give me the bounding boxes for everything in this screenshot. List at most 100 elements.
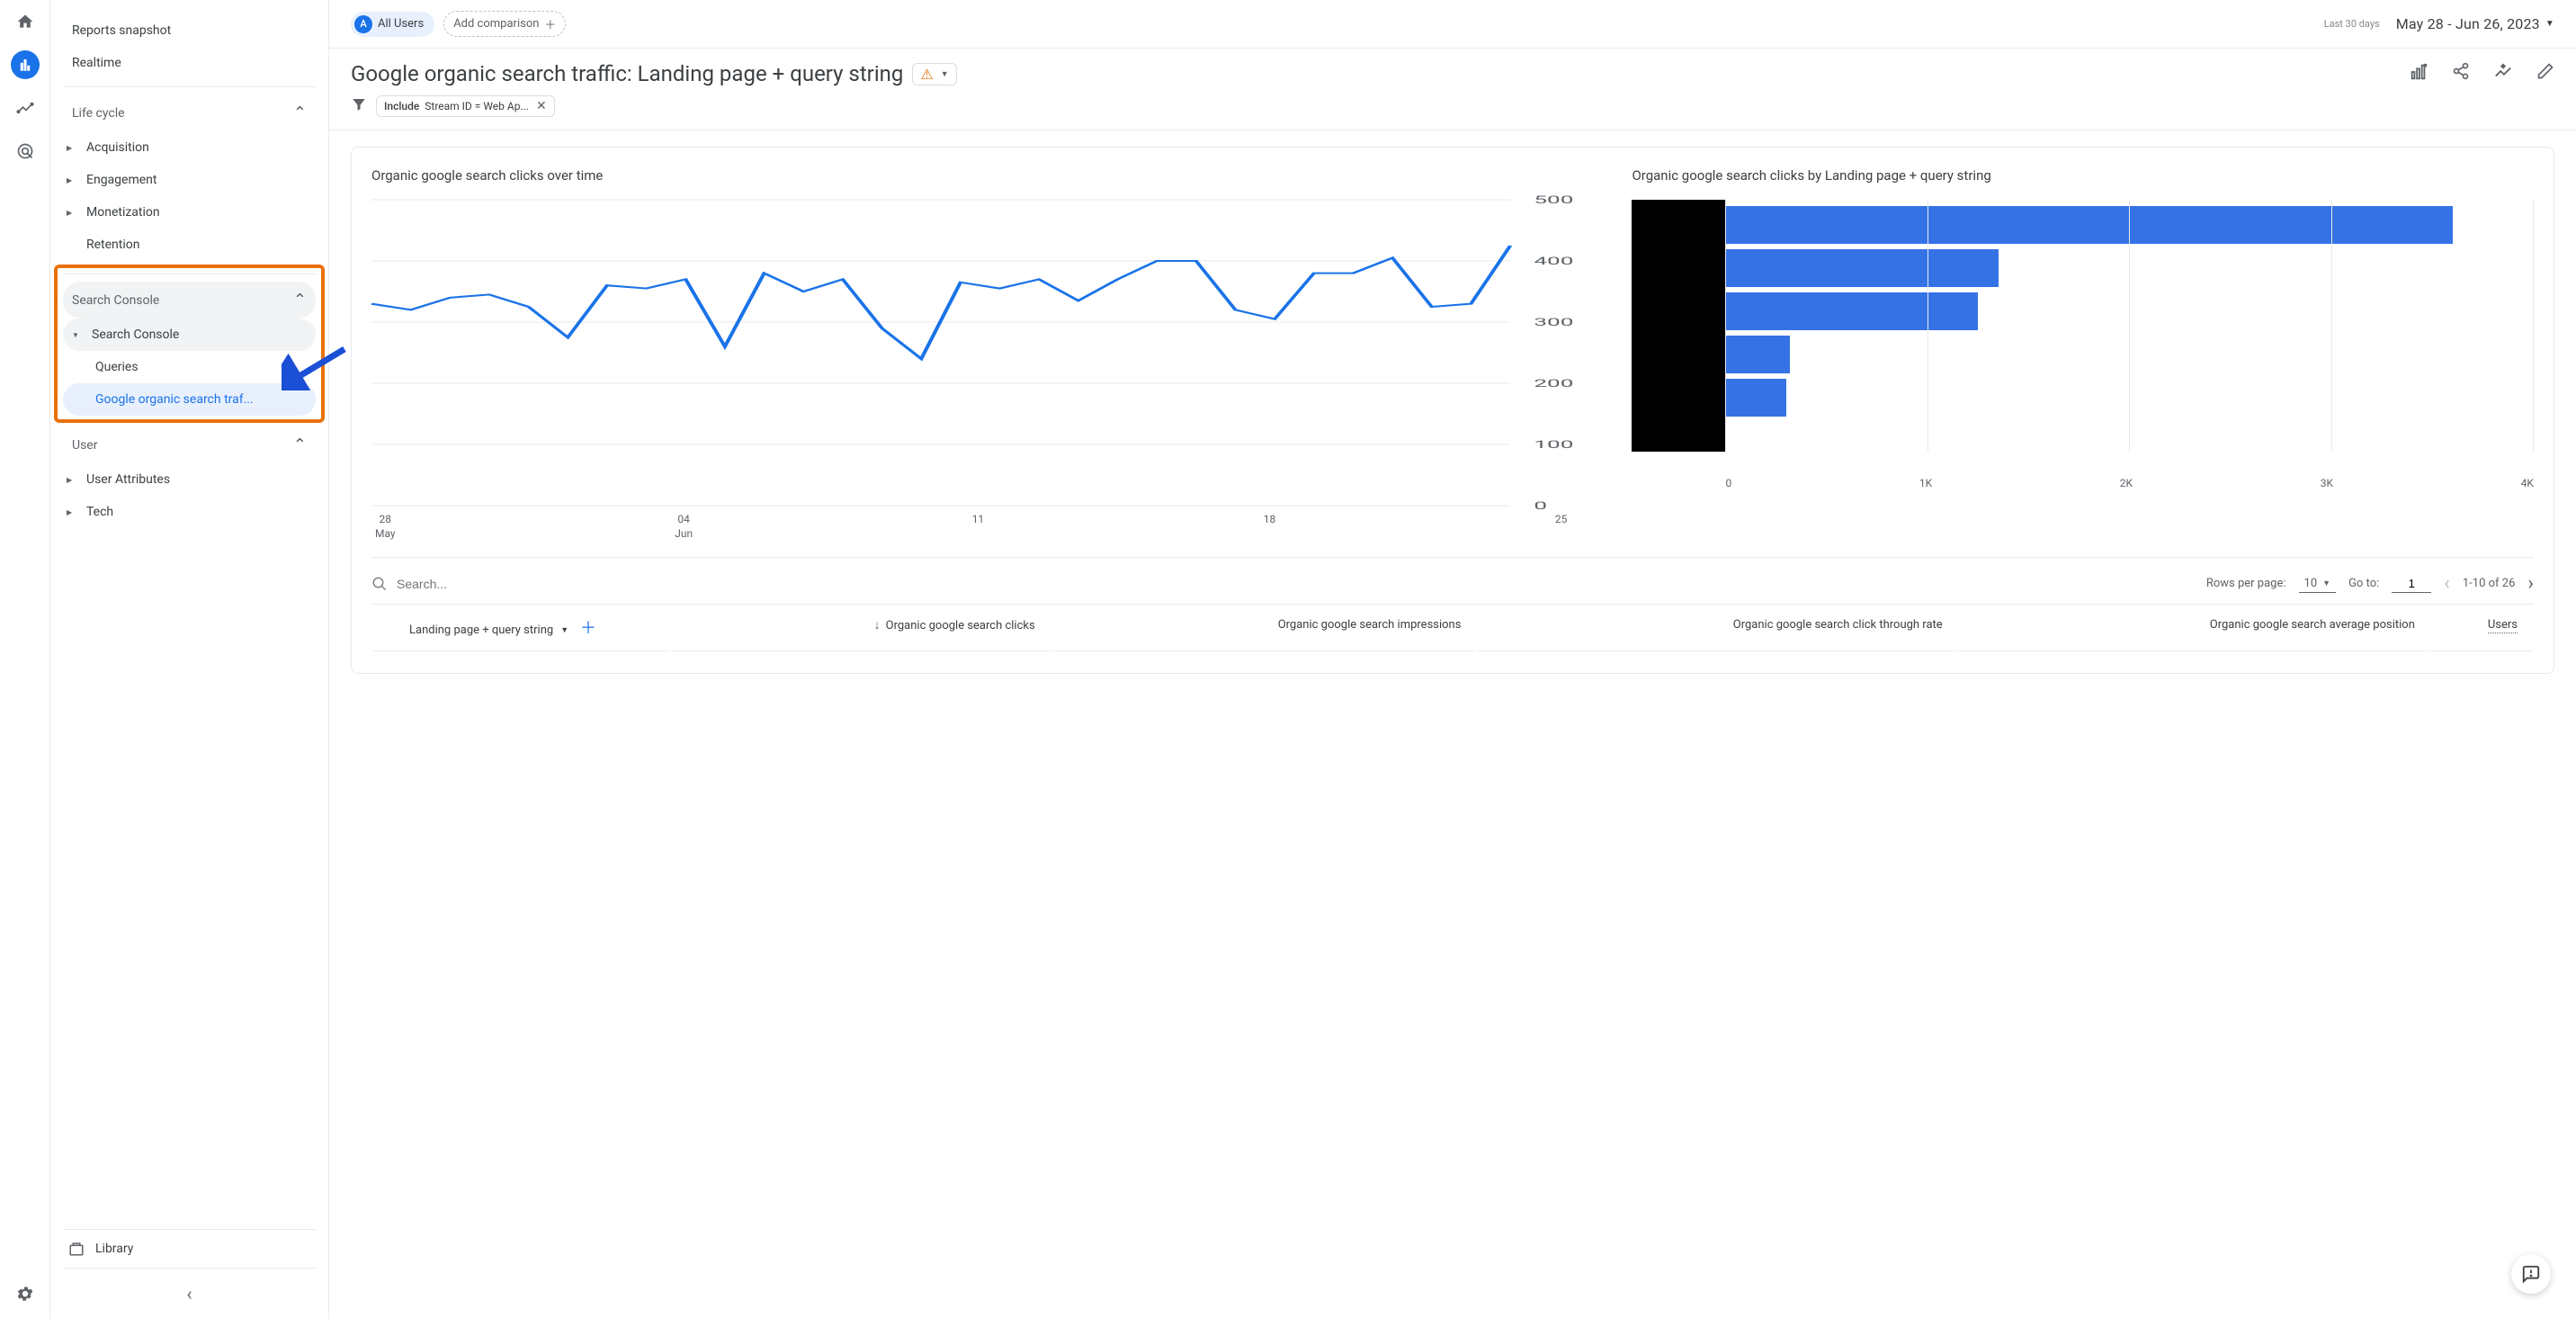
filter-icon[interactable]: [351, 96, 367, 116]
date-range-picker[interactable]: May 28 - Jun 26, 2023▼: [2396, 15, 2554, 32]
data-quality-chip[interactable]: ⚠▼: [912, 63, 956, 85]
settings-icon[interactable]: [11, 1279, 40, 1308]
sidebar-group-search-console[interactable]: Search Console⌃: [63, 282, 316, 319]
table-search[interactable]: [371, 576, 2194, 592]
svg-text:400: 400: [1534, 255, 1573, 267]
triangle-right-icon: ▶: [67, 476, 77, 484]
sidebar-item-acquisition[interactable]: ▶Acquisition: [63, 131, 316, 164]
rows-per-page-select[interactable]: 10 ▼: [2299, 575, 2337, 593]
chevron-left-icon: ‹: [186, 1283, 192, 1305]
page-prev-button[interactable]: ‹: [2444, 572, 2450, 595]
svg-text:200: 200: [1534, 377, 1573, 390]
search-input[interactable]: [397, 577, 577, 591]
table-controls: Rows per page: 10▼ Go to: ‹ 1-10 of 26 ›: [371, 557, 2534, 604]
chevron-up-icon: ⌃: [293, 103, 307, 122]
column-header[interactable]: Organic google search impressions: [1051, 606, 1476, 651]
add-comparison-label: Add comparison: [453, 17, 539, 31]
feedback-button[interactable]: [2511, 1254, 2551, 1294]
bar-chart[interactable]: [1632, 200, 2534, 452]
sidebar-group-user[interactable]: User⌃: [63, 426, 316, 463]
svg-text:500: 500: [1534, 193, 1573, 206]
chevron-up-icon: ⌃: [293, 435, 307, 454]
sidebar-item-user-attributes[interactable]: ▶ User Attributes: [63, 463, 316, 496]
triangle-right-icon: ▶: [67, 176, 77, 184]
sidebar-item-tech[interactable]: ▶ Tech: [63, 496, 316, 528]
sidebar-item-label: User Attributes: [86, 472, 170, 487]
add-comparison-button[interactable]: Add comparison ＋: [443, 11, 566, 37]
triangle-down-icon: ▼: [72, 331, 83, 339]
filter-prefix: Include: [384, 100, 419, 112]
explore-icon[interactable]: [11, 94, 40, 122]
library-icon: [68, 1241, 85, 1257]
data-table: Landing page + query string▼ ＋ ↓Organic …: [371, 604, 2534, 653]
sort-column-header[interactable]: ↓Organic google search clicks: [672, 606, 1050, 651]
rows-per-page-label: Rows per page:: [2206, 577, 2286, 590]
sidebar-item-label: Acquisition: [86, 140, 149, 155]
segment-label: All Users: [378, 17, 424, 31]
plus-icon: ＋: [544, 15, 556, 32]
goto-label: Go to:: [2348, 577, 2379, 590]
chevron-up-icon: ⌃: [293, 291, 307, 310]
segment-all-users[interactable]: AAll Users: [351, 12, 434, 37]
column-header[interactable]: Organic google search average position: [1959, 606, 2429, 651]
page-title: Google organic search traffic: Landing p…: [351, 61, 903, 86]
add-dimension-button[interactable]: ＋: [580, 619, 596, 638]
triangle-down-icon: ▼: [2322, 579, 2330, 588]
feedback-icon: [2521, 1264, 2541, 1284]
column-header[interactable]: Users: [2431, 606, 2532, 651]
chart-title: Organic google search clicks by Landing …: [1632, 167, 2534, 184]
triangle-right-icon: ▶: [67, 508, 77, 516]
sidebar-realtime[interactable]: Realtime: [63, 47, 316, 79]
triangle-down-icon: ▼: [560, 625, 568, 637]
page-next-button[interactable]: ›: [2527, 572, 2534, 595]
nav-rail: [0, 0, 50, 1319]
sidebar-collapse-button[interactable]: ‹: [63, 1268, 316, 1319]
topbar: AAll Users Add comparison＋ Last 30 days …: [329, 0, 2576, 49]
triangle-down-icon: ▼: [2545, 19, 2554, 29]
svg-text:100: 100: [1534, 438, 1573, 451]
sidebar-item-label: Retention: [86, 238, 140, 252]
sidebar-group-label: Life cycle: [72, 106, 125, 121]
share-icon[interactable]: [2452, 62, 2470, 86]
advertising-icon[interactable]: [11, 137, 40, 166]
svg-text:300: 300: [1534, 316, 1573, 328]
insights-icon[interactable]: [2409, 62, 2428, 86]
sidebar-reports-snapshot[interactable]: Reports snapshot: [63, 14, 316, 47]
edit-icon[interactable]: [2536, 62, 2554, 86]
main-content: AAll Users Add comparison＋ Last 30 days …: [329, 0, 2576, 1319]
sidebar-item-retention[interactable]: ▶Retention: [63, 229, 316, 261]
chart-title: Organic google search clicks over time: [371, 167, 1588, 184]
line-chart-panel: Organic google search clicks over time 0…: [371, 167, 1588, 541]
rows-per-page-value: 10: [2304, 577, 2318, 590]
arrow-annotation-icon: [282, 345, 348, 390]
sidebar-item-label: Tech: [86, 505, 113, 519]
bar-chart-panel: Organic google search clicks by Landing …: [1632, 167, 2534, 541]
sidebar: Reports snapshot Realtime Life cycle⌃ ▶A…: [50, 0, 329, 1319]
svg-text:0: 0: [1534, 499, 1547, 512]
sidebar-item-monetization[interactable]: ▶Monetization: [63, 196, 316, 229]
filter-chip[interactable]: Include Stream ID = Web Ap... ✕: [376, 95, 555, 117]
sidebar-item-search-console[interactable]: ▼Search Console: [63, 319, 316, 351]
highlight-annotation: Search Console⌃ ▼Search Console Queries …: [54, 265, 325, 423]
trend-icon[interactable]: [2493, 62, 2513, 86]
line-chart[interactable]: 0100200300400500: [371, 200, 1588, 506]
warning-icon: ⚠: [920, 66, 933, 83]
sidebar-library[interactable]: Library: [63, 1229, 316, 1268]
column-label: Organic google search clicks: [886, 619, 1035, 633]
filter-text: Stream ID = Web Ap...: [425, 100, 529, 112]
reports-icon[interactable]: [11, 50, 40, 79]
goto-input[interactable]: [2392, 575, 2431, 593]
bar-chart-labels-redacted: [1632, 200, 1725, 452]
column-header[interactable]: Organic google search click through rate: [1477, 606, 1956, 651]
close-icon[interactable]: ✕: [536, 99, 547, 113]
sidebar-item-queries[interactable]: Queries: [63, 351, 316, 383]
bar-chart-x-axis: 01K2K3K4K: [1725, 452, 2534, 489]
sidebar-group-lifecycle[interactable]: Life cycle ⌃: [63, 94, 316, 131]
sidebar-item-engagement[interactable]: ▶Engagement: [63, 164, 316, 196]
home-icon[interactable]: [11, 7, 40, 36]
pager: Rows per page: 10▼ Go to: ‹ 1-10 of 26 ›: [2206, 572, 2534, 595]
line-chart-x-axis: 28May04Jun111825: [371, 506, 1588, 541]
sidebar-item-organic-traffic[interactable]: Google organic search traf...: [63, 383, 316, 416]
filter-row: Include Stream ID = Web Ap... ✕: [329, 90, 2576, 130]
dimension-header[interactable]: Landing page + query string▼ ＋: [373, 606, 670, 651]
